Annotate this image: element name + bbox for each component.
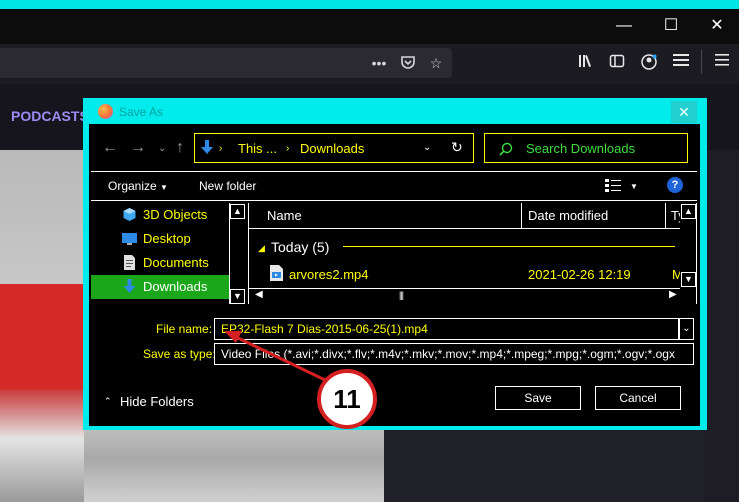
new-folder-button[interactable]: New folder: [199, 179, 256, 193]
save-button[interactable]: Save: [495, 386, 581, 410]
column-header-date-modified[interactable]: Date modified: [522, 203, 666, 229]
podcasts-link[interactable]: PODCASTS: [11, 108, 89, 124]
documents-icon: [124, 255, 135, 270]
group-collapse-icon[interactable]: ◢: [258, 243, 265, 254]
breadcrumb-separator-icon: ›: [286, 143, 290, 154]
breadcrumb-root[interactable]: This ...: [238, 141, 277, 156]
tree-item-downloads[interactable]: Downloads: [91, 275, 229, 299]
file-name-dropdown-icon[interactable]: ⌄: [679, 318, 694, 340]
file-date-cell[interactable]: 2021-02-26 12:19: [528, 267, 631, 282]
library-icon[interactable]: [576, 53, 598, 73]
cancel-button[interactable]: Cancel: [595, 386, 681, 410]
desktop-icon: [122, 233, 137, 245]
column-header-type[interactable]: Ty: [666, 203, 680, 229]
file-name-cell[interactable]: arvores2.mp4: [289, 267, 368, 282]
extensions-menu-icon[interactable]: [670, 53, 692, 73]
group-header-today[interactable]: Today (5): [271, 239, 329, 255]
window-top-border: [0, 0, 739, 9]
sidebar-icon[interactable]: [606, 53, 628, 73]
file-name-input[interactable]: EP32-Flash 7 Dias-2015-06-25(1).mp4: [214, 318, 679, 340]
video-thumbnail: [0, 150, 84, 502]
address-breadcrumb[interactable]: › This ... › Downloads ⌄ ↻: [194, 133, 474, 163]
search-box[interactable]: Search Downloads: [484, 133, 688, 163]
breadcrumb-current[interactable]: Downloads: [300, 141, 364, 156]
organize-menu[interactable]: Organize ▼: [108, 179, 168, 193]
help-icon[interactable]: ?: [667, 177, 683, 193]
scroll-left-icon[interactable]: ◀: [255, 289, 263, 300]
video-thumbnail-bottom: [84, 430, 384, 502]
tree-item-partial: [91, 299, 229, 304]
scroll-right-icon[interactable]: ▶: [669, 289, 677, 300]
address-dropdown-chevron-icon[interactable]: ⌄: [423, 142, 431, 153]
scroll-thumb-grip-icon[interactable]: |||: [399, 290, 404, 300]
tree-scroll-up-icon[interactable]: ▲: [230, 204, 245, 219]
account-icon[interactable]: [638, 53, 660, 73]
bookmark-star-icon[interactable]: ☆: [427, 54, 445, 72]
tree-item-documents[interactable]: Documents: [91, 251, 229, 275]
breadcrumb-separator-icon: ›: [219, 143, 223, 154]
back-arrow-icon[interactable]: ←: [102, 139, 118, 157]
screen: — ☐ ✕ ••• ☆ PODCASTS Save As ✕ ← → ⌄ ↑ ›: [0, 0, 739, 502]
url-bar[interactable]: ••• ☆: [0, 48, 452, 78]
tree-scroll-down-icon[interactable]: ▼: [230, 289, 245, 304]
view-options-icon[interactable]: [605, 178, 623, 195]
video-file-icon: [270, 265, 283, 281]
group-divider: [343, 246, 675, 247]
view-dropdown-icon[interactable]: ▼: [630, 182, 638, 191]
search-placeholder: Search Downloads: [526, 141, 636, 156]
file-type-cell[interactable]: M: [672, 267, 680, 282]
list-scroll-down-icon[interactable]: ▼: [681, 272, 696, 287]
hide-folders-button[interactable]: ⌃ Hide Folders: [104, 394, 194, 409]
downloads-icon: [123, 279, 136, 293]
save-as-type-label: Save as type:: [143, 347, 216, 361]
forward-arrow-icon[interactable]: →: [130, 139, 146, 157]
search-icon: [499, 142, 513, 156]
3d-objects-icon: [123, 208, 136, 221]
page-actions-icon[interactable]: •••: [370, 54, 388, 72]
close-window-button[interactable]: ✕: [694, 9, 739, 42]
list-scroll-up-icon[interactable]: ▲: [681, 204, 696, 219]
dialog-close-button[interactable]: ✕: [671, 101, 697, 123]
maximize-button[interactable]: ☐: [648, 9, 694, 42]
downloads-location-icon: [201, 140, 213, 154]
up-arrow-icon[interactable]: ↑: [176, 139, 184, 157]
annotation-callout: 11: [317, 369, 377, 429]
file-name-label: File name:: [156, 322, 213, 336]
recent-locations-chevron-icon[interactable]: ⌄: [158, 143, 166, 154]
save-as-type-select[interactable]: Video Files (*.avi;*.divx;*.flv;*.m4v;*.…: [214, 343, 694, 365]
column-header-name[interactable]: Name: [249, 203, 522, 229]
dialog-title: Save As: [119, 105, 164, 119]
list-horizontal-scrollbar[interactable]: ◀ ||| ▶: [249, 288, 680, 304]
command-bar: Organize ▼ New folder ▼ ?: [91, 171, 697, 201]
tree-item-3d-objects[interactable]: 3D Objects: [91, 203, 229, 227]
pocket-icon[interactable]: [399, 54, 417, 72]
tree-item-desktop[interactable]: Desktop: [91, 227, 229, 251]
minimize-button[interactable]: —: [601, 9, 647, 42]
page-dark-area: [384, 430, 704, 502]
firefox-logo-icon: [98, 104, 113, 119]
hide-folders-chevron-icon: ⌃: [104, 396, 112, 406]
app-menu-icon[interactable]: [711, 53, 733, 73]
refresh-icon[interactable]: ↻: [451, 139, 463, 156]
toolbar-separator: [701, 50, 702, 74]
